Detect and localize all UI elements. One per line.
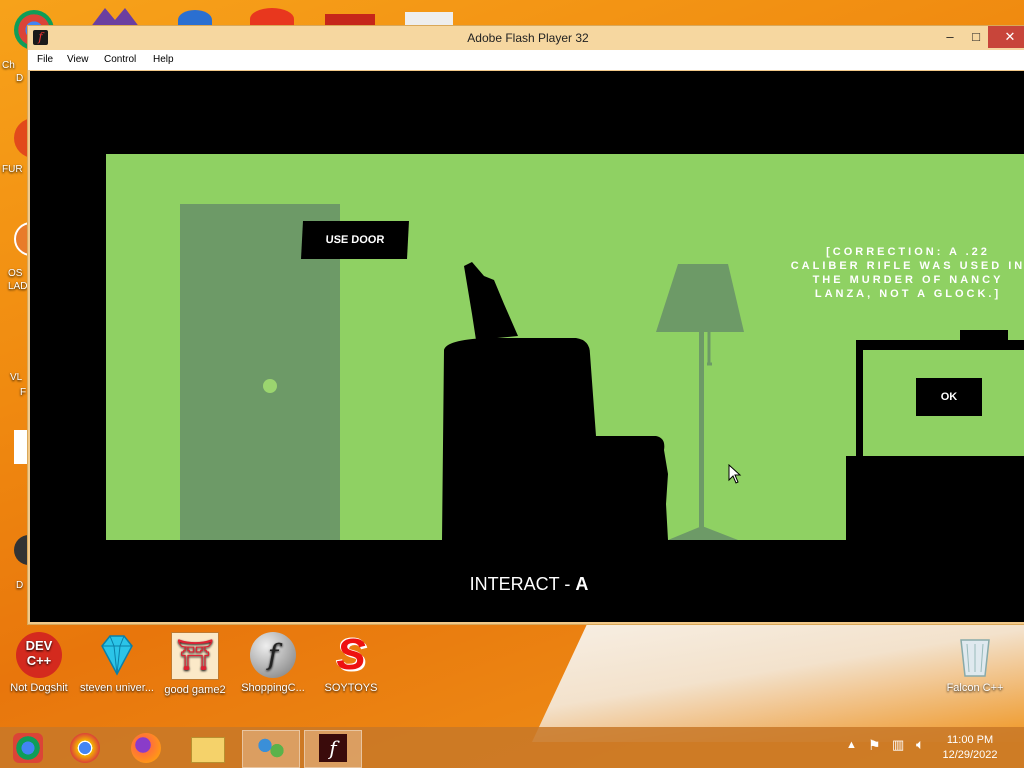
desktop-icon-steven-universe[interactable]: steven univer... — [80, 632, 154, 695]
taskbar-chrome-old[interactable] — [0, 730, 56, 766]
correction-text: [CORRECTION: A .22 CALIBER RIFLE WAS USE… — [790, 246, 1024, 300]
taskbar-chrome[interactable] — [57, 730, 113, 766]
desktop-icon-label: Not Dogshit — [10, 682, 68, 694]
menu-control[interactable]: Control — [104, 54, 136, 65]
lamp-cord — [707, 332, 712, 366]
menu-view[interactable]: View — [67, 54, 89, 65]
close-button[interactable]: ✕ — [988, 26, 1024, 48]
game-stage[interactable]: USE DOOR [CORRECTION: A .22 CALIBER RIFL… — [30, 71, 1024, 622]
network-people-icon — [256, 735, 286, 761]
tv-top-device — [960, 330, 1008, 342]
dev-cpp-icon: DEV C++ — [16, 632, 62, 678]
flash-icon: f — [250, 632, 296, 678]
edge-label: VL — [10, 372, 23, 383]
volume-icon[interactable]: 🔈︎ — [916, 736, 924, 753]
menu-help[interactable]: Help — [153, 54, 174, 65]
desktop-icon-not-dogshit[interactable]: DEV C++ Not Dogshit — [2, 632, 76, 695]
file-explorer-icon — [191, 737, 225, 763]
show-hidden-icons-chevron-icon[interactable]: ▲ — [846, 739, 857, 751]
clock-time: 11:00 PM — [946, 734, 994, 746]
menu-file[interactable]: File — [37, 54, 53, 65]
mouse-cursor-icon — [728, 464, 742, 484]
interact-key: A — [575, 574, 589, 594]
taskbar-network[interactable] — [242, 730, 300, 768]
lamp-shade — [656, 264, 744, 332]
edge-label: D — [16, 73, 24, 84]
desktop-icon-good-game2[interactable]: ⛩ good game2 — [158, 632, 232, 697]
edge-label: LAD — [8, 281, 28, 292]
s-logo-icon: S — [336, 630, 366, 679]
window-title: Adobe Flash Player 32 — [467, 31, 589, 45]
edge-label: F — [20, 387, 27, 398]
chrome-icon — [70, 733, 100, 763]
desktop-icon-label: Falcon C++ — [946, 682, 1004, 694]
interact-hint: INTERACT - A — [30, 574, 1024, 595]
tv-stand — [846, 456, 1024, 540]
desktop-icon-label: good game2 — [164, 684, 226, 696]
minimize-button[interactable]: – — [936, 26, 964, 48]
lamp-pole — [699, 332, 704, 527]
room-scene: USE DOOR [CORRECTION: A .22 CALIBER RIFL… — [106, 154, 1024, 540]
taskbar-flash-player[interactable]: f — [304, 730, 362, 768]
title-bar[interactable]: f Adobe Flash Player 32 – □ ✕ — [28, 26, 1024, 50]
flash-player-icon: f — [319, 734, 347, 762]
ok-button[interactable]: OK — [916, 378, 982, 416]
taskbar-firefox[interactable] — [118, 730, 174, 766]
taskbar-file-explorer[interactable] — [180, 730, 236, 766]
figure-silhouette — [464, 262, 518, 340]
flash-player-window: f Adobe Flash Player 32 – □ ✕ File View … — [27, 25, 1024, 625]
edge-label: D — [16, 580, 24, 591]
lamp-base — [668, 526, 738, 540]
couch-silhouette — [442, 338, 668, 540]
scene-silhouettes — [442, 262, 1024, 540]
recycle-bin-icon — [960, 639, 990, 677]
desktop-icon-label: SOYTOYS — [324, 682, 378, 694]
firefox-icon — [131, 733, 161, 763]
maximize-button[interactable]: □ — [962, 26, 990, 48]
diamond-icon — [101, 635, 133, 676]
taskbar-clock[interactable]: 11:00 PM 12/29/2022 — [930, 733, 1010, 763]
taskbar: f ▲ ⚑ ▥ 🔈︎ 11:00 PM 12/29/2022 — [0, 727, 1024, 768]
edge-label: OS — [8, 268, 23, 279]
network-icon[interactable]: ▥ — [892, 737, 904, 753]
desktop-icon-label: ShoppingC... — [241, 682, 305, 694]
desktop-icon-recycle-bin[interactable]: Falcon C++ — [938, 632, 1012, 695]
torii-icon: ⛩ — [171, 632, 219, 680]
desktop-icon-label: steven univer... — [80, 682, 154, 694]
menu-bar: File View Control Help — [28, 50, 1024, 70]
chrome-old-icon — [13, 733, 43, 763]
edge-label: FUR — [2, 164, 23, 175]
desktop-icon-shopping[interactable]: f ShoppingC... — [236, 632, 310, 695]
interact-label: INTERACT - — [469, 574, 576, 594]
app-desktop-icon[interactable] — [14, 430, 28, 464]
edge-label: Ch — [2, 60, 15, 71]
desktop-icon-soytoys[interactable]: S SOYTOYS — [314, 632, 388, 695]
clock-date: 12/29/2022 — [942, 749, 998, 761]
action-center-flag-icon[interactable]: ⚑ — [868, 737, 881, 754]
